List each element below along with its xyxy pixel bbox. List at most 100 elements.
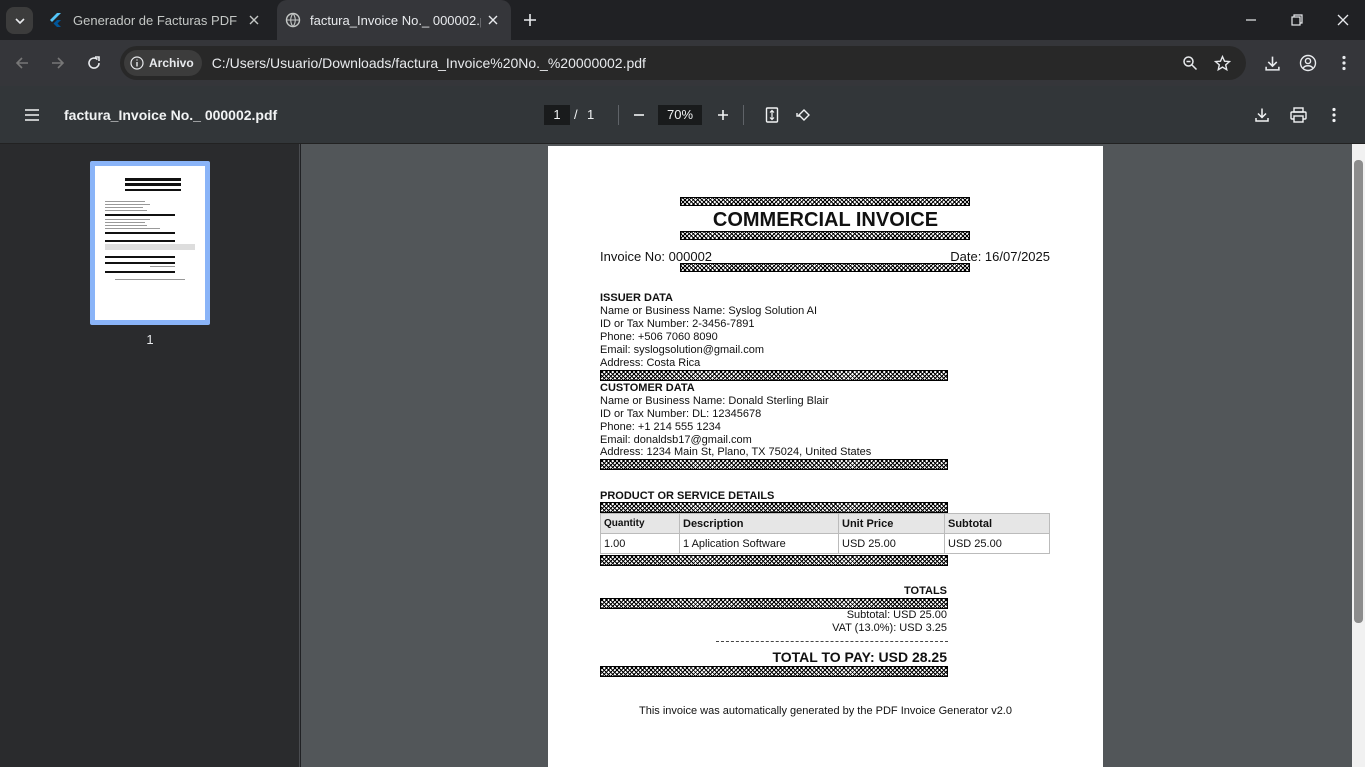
issuer-line: Phone: +506 7060 8090 xyxy=(600,331,718,343)
restore-button[interactable] xyxy=(1274,0,1320,40)
download-icon xyxy=(1255,108,1269,122)
print-icon xyxy=(1289,107,1307,123)
close-window-button[interactable] xyxy=(1320,0,1365,40)
chip-label: Archivo xyxy=(149,56,194,70)
footer-note: This invoice was automatically generated… xyxy=(639,705,1012,717)
thumb-line xyxy=(105,207,143,208)
thumb-line xyxy=(105,262,175,264)
invoice-number: Invoice No: 000002 xyxy=(600,249,713,264)
thumb-line xyxy=(105,228,160,229)
column-header: Description xyxy=(679,513,839,534)
url-text[interactable]: C:/Users/Usuario/Downloads/factura_Invoi… xyxy=(212,55,646,71)
zoom-out-button[interactable] xyxy=(623,99,655,131)
thumb-line xyxy=(105,256,175,258)
table-row: 1.00 1 Aplication Software USD 25.00 USD… xyxy=(600,533,1050,554)
back-button[interactable] xyxy=(6,47,38,79)
zoom-button[interactable] xyxy=(1174,47,1206,79)
hatch-bar xyxy=(600,598,948,609)
issuer-line: ID or Tax Number: 2-3456-7891 xyxy=(600,318,755,330)
pdf-menu-button[interactable] xyxy=(1318,99,1350,131)
hatch-bar xyxy=(600,502,948,513)
column-header: Unit Price xyxy=(838,513,945,534)
thumb-line xyxy=(125,178,181,181)
hatch-bar xyxy=(680,231,970,240)
flutter-icon xyxy=(50,13,61,27)
tab-search-button[interactable] xyxy=(6,7,33,34)
zoom-in-button[interactable] xyxy=(707,99,739,131)
profile-icon xyxy=(1299,54,1317,72)
thumb-table xyxy=(105,244,195,250)
star-icon xyxy=(1213,54,1231,71)
scrollbar-thumb[interactable] xyxy=(1354,160,1363,623)
total-pages: 1 xyxy=(587,107,595,122)
page-number-input[interactable]: 1 xyxy=(544,105,570,125)
sidebar-toggle-button[interactable] xyxy=(16,99,48,131)
thumb-line xyxy=(150,266,175,267)
back-icon xyxy=(15,57,28,69)
issuer-line: Address: Costa Rica xyxy=(600,357,701,369)
subtotal-text: Subtotal: USD 25.00 xyxy=(846,609,947,621)
thumb-line xyxy=(105,219,150,220)
hatch-bar xyxy=(600,459,948,470)
thumb-line xyxy=(105,240,175,242)
vat-text: VAT (13.0%): USD 3.25 xyxy=(832,622,947,634)
customer-line: ID or Tax Number: DL: 12345678 xyxy=(600,408,762,420)
thumb-line xyxy=(125,183,181,186)
page-thumbnail[interactable] xyxy=(90,161,210,325)
hatch-bar xyxy=(600,370,948,381)
divider xyxy=(618,105,619,125)
hatch-bar xyxy=(680,197,970,206)
browser-toolbar: Archivo C:/Users/Usuario/Downloads/factu… xyxy=(0,40,1365,86)
thumbnail-page xyxy=(95,166,205,320)
tab-invoice-generator[interactable]: Generador de Facturas PDF xyxy=(40,0,272,40)
restore-icon xyxy=(1291,14,1303,26)
total-divider xyxy=(716,641,948,642)
globe-icon xyxy=(285,12,301,28)
fit-page-button[interactable] xyxy=(756,99,788,131)
thumb-line xyxy=(105,271,175,273)
address-bar[interactable]: Archivo C:/Users/Usuario/Downloads/factu… xyxy=(120,46,1246,80)
forward-icon xyxy=(52,57,65,69)
close-icon[interactable] xyxy=(481,8,505,32)
thumb-line xyxy=(125,189,181,191)
divider xyxy=(743,105,744,125)
site-info-chip[interactable]: Archivo xyxy=(124,50,202,76)
downloads-button[interactable] xyxy=(1256,47,1288,79)
forward-button[interactable] xyxy=(42,47,74,79)
thumb-line xyxy=(105,232,175,234)
reload-button[interactable] xyxy=(78,47,110,79)
scrollbar[interactable] xyxy=(1352,144,1365,767)
new-tab-button[interactable] xyxy=(518,8,542,32)
table-header-row: Quantity Description Unit Price Subtotal xyxy=(600,513,1050,534)
thumb-line xyxy=(105,225,147,226)
info-icon xyxy=(130,56,144,70)
pdf-filename: factura_Invoice No._ 000002.pdf xyxy=(64,107,278,123)
hatch-bar xyxy=(600,666,948,677)
hatch-bar xyxy=(680,263,970,272)
bookmark-button[interactable] xyxy=(1206,47,1238,79)
hatch-bar xyxy=(600,555,948,566)
zoom-level-input[interactable]: 70% xyxy=(658,105,702,125)
customer-heading: CUSTOMER DATA xyxy=(600,382,695,394)
minimize-icon xyxy=(1246,19,1256,21)
close-icon[interactable] xyxy=(242,8,266,32)
minimize-button[interactable] xyxy=(1228,0,1274,40)
download-icon xyxy=(1264,56,1280,71)
customer-line: Phone: +1 214 555 1234 xyxy=(600,421,721,433)
column-header: Subtotal xyxy=(944,513,1050,534)
reload-icon xyxy=(88,56,100,69)
issuer-line: Email: syslogsolution@gmail.com xyxy=(600,344,765,356)
thumb-line xyxy=(105,222,145,223)
customer-line: Name or Business Name: Donald Sterling B… xyxy=(600,395,829,407)
table-cell: 1 Aplication Software xyxy=(679,533,839,554)
pdf-page: COMMERCIAL INVOICE Invoice No: 000002 Da… xyxy=(548,146,1103,767)
thumbnail-sidebar: 1 xyxy=(0,144,300,767)
rotate-button[interactable] xyxy=(788,99,820,131)
thumbnail-page-number: 1 xyxy=(146,332,154,347)
more-icon xyxy=(1332,107,1336,123)
profile-button[interactable] xyxy=(1292,47,1324,79)
print-button[interactable] xyxy=(1282,99,1314,131)
tab-invoice-pdf[interactable]: factura_Invoice No._ 000002.pdf xyxy=(277,0,511,40)
download-pdf-button[interactable] xyxy=(1246,99,1278,131)
browser-menu-button[interactable] xyxy=(1328,47,1360,79)
